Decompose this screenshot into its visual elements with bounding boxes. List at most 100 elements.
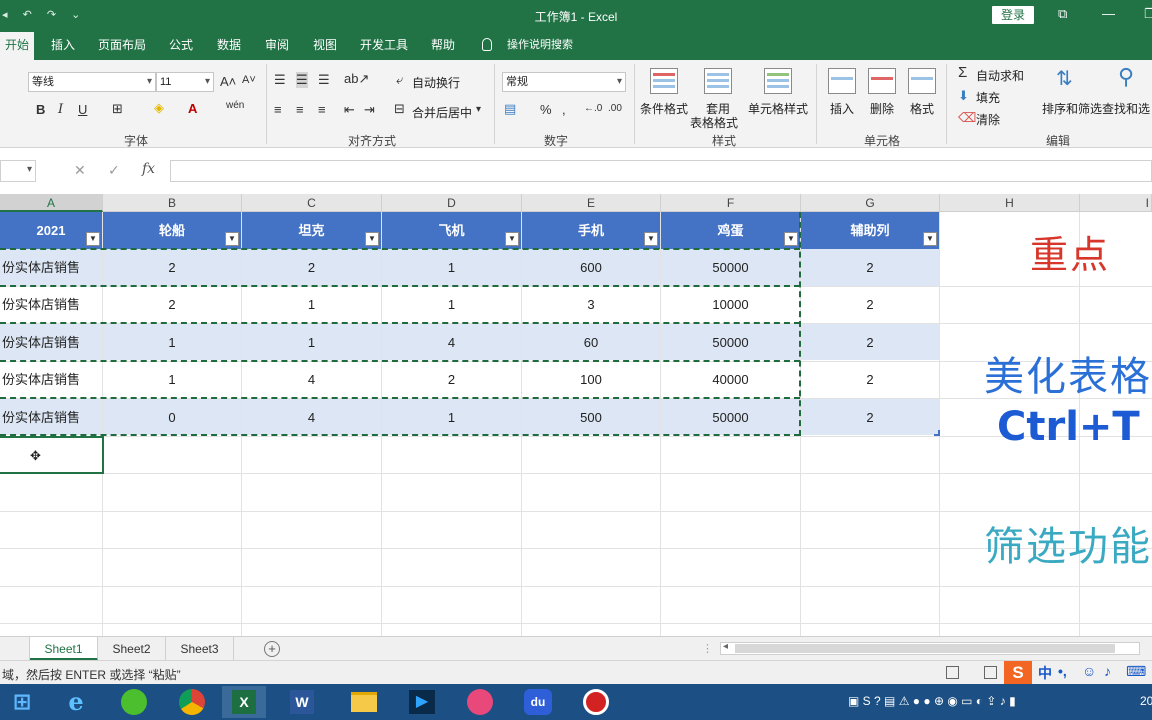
tab-formulas[interactable]: 公式 (162, 30, 200, 60)
tab-home[interactable]: 开始 (0, 30, 34, 60)
table-cell[interactable]: 3 (522, 286, 660, 323)
horizontal-scrollbar[interactable]: ◂ (720, 641, 1140, 655)
table-cell[interactable]: 2 (382, 361, 521, 398)
login-button[interactable]: 登录 (992, 6, 1034, 24)
clear-button[interactable]: 清除 (976, 111, 1000, 128)
cell-styles-button[interactable]: 单元格样式 (748, 100, 808, 117)
decrease-decimal-icon[interactable]: .00 (608, 103, 622, 114)
sogou-ime-icon[interactable]: S (1004, 661, 1032, 685)
find-select-button[interactable]: 查找和选 (1102, 100, 1150, 117)
font-name-select[interactable]: 等线 ▾ (28, 72, 156, 92)
table-cell[interactable]: 2 (801, 324, 939, 361)
tab-data[interactable]: 数据 (210, 30, 248, 60)
conditional-format-button[interactable]: 条件格式 (640, 100, 688, 117)
phonetic-icon[interactable]: wén (226, 100, 244, 111)
number-format-select[interactable]: 常规 ▾ (502, 72, 626, 92)
music-app-icon[interactable] (458, 686, 502, 718)
table-header-cell[interactable]: 坦克 ▼ (242, 212, 381, 249)
add-sheet-button[interactable]: + (264, 641, 280, 657)
borders-icon[interactable]: ⊞ (112, 101, 123, 117)
excel-icon[interactable]: X (222, 686, 266, 718)
column-header-i[interactable]: I (1080, 194, 1152, 212)
tab-review[interactable]: 审阅 (258, 30, 296, 60)
format-cells-button[interactable]: 格式 (910, 100, 934, 117)
wrap-text-icon[interactable]: ⤶ (396, 72, 403, 88)
table-cell[interactable]: 4 (242, 399, 381, 436)
fill-color-icon[interactable]: ◈ (154, 100, 164, 116)
ribbon-display-icon[interactable]: ⧉ (1058, 6, 1067, 22)
tray-icons[interactable]: ▣ S ? ▤ ⚠ ● ● ⊕ ◉ ▭ ◐ ⇪ ♪ ▮ (848, 694, 1016, 708)
table-header-cell[interactable]: 2021 ▼ (0, 212, 102, 249)
tab-developer[interactable]: 开发工具 (356, 30, 412, 60)
table-cell[interactable]: 2 (801, 249, 939, 286)
media-player-icon[interactable]: ▶ (400, 686, 444, 718)
bold-icon[interactable]: B (36, 102, 45, 117)
increase-font-icon[interactable]: A˄ (220, 74, 236, 89)
chevron-down-icon[interactable]: ▾ (476, 104, 481, 115)
baidu-icon[interactable]: du (516, 686, 560, 718)
comma-style-icon[interactable]: , (562, 102, 566, 117)
worksheet-grid[interactable]: 2021 ▼ 轮船 ▼ 坦克 ▼ 飞机 ▼ 手机 ▼ 鸡蛋 ▼ 辅助列 ▼ 份实体店销售 2 … (0, 212, 1152, 636)
orientation-icon[interactable]: ab↗ (344, 71, 369, 87)
table-cell[interactable]: 60 (522, 324, 660, 361)
ie-browser-icon[interactable]: e (54, 686, 98, 718)
table-cell[interactable]: 50000 (661, 399, 800, 436)
table-cell[interactable]: 份实体店销售 (0, 286, 102, 323)
table-header-cell[interactable]: 轮船 ▼ (103, 212, 241, 249)
font-color-icon[interactable]: A (188, 101, 197, 116)
file-explorer-icon[interactable] (342, 686, 386, 718)
fx-icon[interactable]: fx (142, 161, 155, 177)
insert-cells-button[interactable]: 插入 (830, 100, 854, 117)
align-right-icon[interactable]: ≡ (318, 102, 326, 117)
table-cell[interactable]: 1 (242, 324, 381, 361)
punctuation-icon[interactable]: •, (1058, 663, 1067, 679)
column-header-f[interactable]: F (661, 194, 801, 212)
sheet-tab-sheet3[interactable]: Sheet3 (166, 637, 234, 661)
filter-dropdown-icon[interactable]: ▼ (505, 232, 519, 246)
table-cell[interactable]: 份实体店销售 (0, 249, 102, 286)
cancel-icon[interactable]: ✕ (74, 162, 86, 179)
filter-applied-icon[interactable]: ▼ (923, 232, 937, 246)
currency-icon[interactable]: ▤ (504, 101, 516, 117)
emoji-icon[interactable]: ☺ (1082, 663, 1096, 679)
column-header-d[interactable]: D (382, 194, 522, 212)
table-cell[interactable]: 1 (103, 324, 241, 361)
delete-cells-button[interactable]: 删除 (870, 100, 894, 117)
column-header-g[interactable]: G (801, 194, 940, 212)
chrome-icon[interactable] (170, 686, 214, 718)
align-middle-icon[interactable]: ☰ (296, 72, 308, 88)
filter-dropdown-icon[interactable]: ▼ (784, 232, 798, 246)
table-cell[interactable]: 10000 (661, 286, 800, 323)
increase-indent-icon[interactable]: ⇥ (364, 102, 375, 118)
align-center-icon[interactable]: ≡ (296, 102, 304, 117)
minimize-icon[interactable]: — (1102, 6, 1115, 21)
tab-help[interactable]: 帮助 (424, 30, 462, 60)
align-top-icon[interactable]: ☰ (274, 72, 286, 88)
word-icon[interactable]: W (280, 686, 324, 718)
scrollbar-thumb[interactable] (735, 644, 1115, 653)
column-header-c[interactable]: C (242, 194, 382, 212)
wrap-text-button[interactable]: 自动换行 (412, 74, 460, 91)
windows-start-icon[interactable]: ⊞ (0, 686, 44, 718)
column-header-e[interactable]: E (522, 194, 661, 212)
merge-center-icon[interactable]: ⊟ (394, 101, 405, 117)
tab-page-layout[interactable]: 页面布局 (94, 30, 150, 60)
column-header-h[interactable]: H (940, 194, 1080, 212)
table-cell[interactable]: 份实体店销售 (0, 361, 102, 398)
table-header-cell[interactable]: 飞机 ▼ (382, 212, 521, 249)
table-header-cell[interactable]: 鸡蛋 ▼ (661, 212, 800, 249)
table-cell[interactable]: 50000 (661, 249, 800, 286)
screen-recorder-icon[interactable] (574, 686, 618, 718)
clock[interactable]: 20 (1140, 694, 1152, 708)
sheet-nav[interactable] (0, 637, 30, 661)
table-cell[interactable]: 2 (801, 399, 939, 436)
name-box[interactable]: ▾ (0, 160, 36, 182)
table-header-cell[interactable]: 手机 ▼ (522, 212, 660, 249)
align-left-icon[interactable]: ≡ (274, 102, 282, 117)
table-cell[interactable]: 2 (242, 249, 381, 286)
table-cell[interactable]: 2 (801, 286, 939, 323)
percent-icon[interactable]: % (540, 102, 552, 117)
normal-view-icon[interactable] (946, 666, 959, 679)
table-cell[interactable]: 1 (242, 286, 381, 323)
table-cell[interactable]: 4 (382, 324, 521, 361)
